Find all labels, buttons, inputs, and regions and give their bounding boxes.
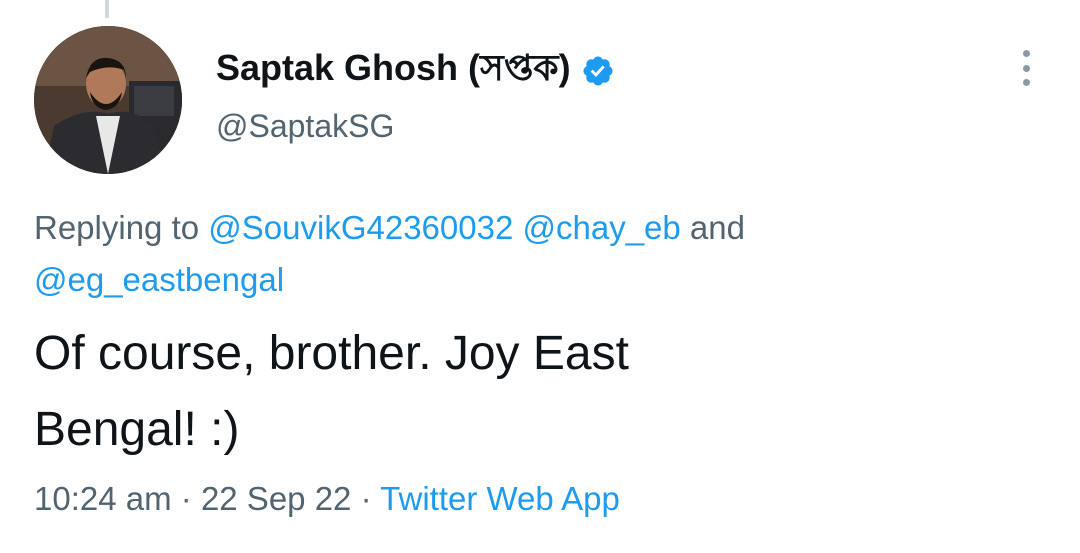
mention-link[interactable]: @chay_eb (522, 209, 680, 246)
replying-to-line: Replying to @SouvikG42360032 @chay_eb an… (34, 202, 1034, 306)
avatar-photo (34, 26, 182, 174)
more-options-icon[interactable] (1016, 50, 1036, 86)
replying-to-label: Replying to (34, 209, 209, 246)
verified-badge-icon (583, 56, 613, 86)
tweet-date[interactable]: 22 Sep 22 (201, 480, 351, 517)
meta-separator: · (360, 480, 372, 517)
mention-link[interactable]: @eg_eastbengal (34, 261, 284, 298)
thread-connector-line (105, 0, 109, 18)
tweet-text-line: Bengal! :) (34, 403, 240, 456)
tweet-text-line: Of course, brother. Joy East (34, 327, 629, 380)
author-display-name[interactable]: Saptak Ghosh (সপ্তক) (216, 41, 571, 101)
tweet-text: Of course, brother. Joy East Bengal! :) (34, 316, 1034, 468)
author-handle[interactable]: @SaptakSG (216, 108, 394, 145)
mention-link[interactable]: @SouvikG42360032 (208, 209, 513, 246)
avatar[interactable] (34, 26, 182, 174)
tweet-metadata: 10:24 am · 22 Sep 22 · Twitter Web App (34, 480, 620, 518)
tweet-time[interactable]: 10:24 am (34, 480, 172, 517)
author-name-row[interactable]: Saptak Ghosh (সপ্তক) (216, 46, 615, 96)
meta-separator: · (180, 480, 192, 517)
tweet-source-link[interactable]: Twitter Web App (380, 480, 620, 517)
replying-to-connector: and (689, 209, 745, 246)
